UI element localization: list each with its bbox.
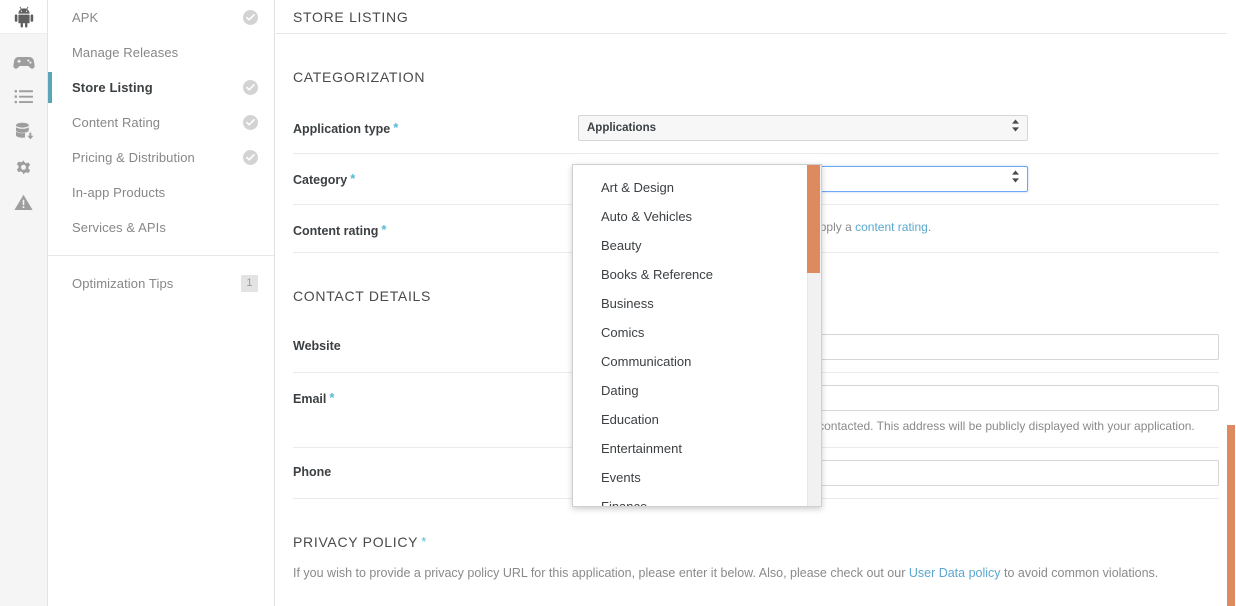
sidebar-item-label: APK — [72, 10, 99, 25]
sidebar-item-optimization-tips[interactable]: Optimization Tips 1 — [48, 266, 274, 301]
sidebar-item-label: Services & APIs — [72, 220, 166, 235]
check-circle-icon — [243, 10, 258, 25]
nav-divider — [48, 255, 274, 256]
category-label-text: Category — [293, 173, 348, 187]
category-dropdown-menu[interactable]: Art & Design Auto & Vehicles Beauty Book… — [572, 164, 822, 507]
privacy-policy-row: Privacy Policy Not submitting a privacy … — [293, 599, 1219, 606]
category-option[interactable]: Communication — [573, 347, 809, 376]
sidebar-item-label: Content Rating — [72, 115, 161, 130]
email-label-text: Email — [293, 392, 327, 406]
category-dropdown-list: Art & Design Auto & Vehicles Beauty Book… — [573, 165, 809, 506]
contact-details-title-text: CONTACT DETAILS — [293, 288, 432, 304]
application-type-label: Application type * — [293, 115, 578, 136]
app-section-nav: APK Manage Releases Store Listing Conten… — [48, 0, 275, 606]
category-option[interactable]: Education — [573, 405, 809, 434]
application-type-label-text: Application type — [293, 122, 391, 136]
sidebar-item-label: Manage Releases — [72, 45, 179, 60]
required-asterisk: * — [381, 222, 387, 237]
application-type-row: Application type * Applications — [293, 103, 1219, 154]
sidebar-item-in-app-products[interactable]: In-app Products — [48, 175, 274, 210]
sidebar-item-label: Store Listing — [72, 80, 153, 95]
category-option[interactable]: Events — [573, 463, 809, 492]
gamepad-icon[interactable] — [0, 45, 47, 79]
check-placeholder — [243, 45, 258, 60]
android-logo-icon[interactable] — [0, 0, 47, 34]
global-icon-rail — [0, 0, 48, 606]
privacy-policy-card: PRIVACY POLICY * If you wish to provide a… — [293, 512, 1219, 606]
sidebar-item-label: Optimization Tips — [72, 276, 174, 291]
check-placeholder — [243, 185, 258, 200]
category-option[interactable]: Books & Reference — [573, 260, 809, 289]
required-asterisk: * — [329, 390, 335, 405]
content-rating-link[interactable]: content rating — [855, 220, 928, 234]
email-label: Email * — [293, 385, 578, 406]
active-indicator-bar — [48, 72, 52, 103]
privacy-policy-section-title: PRIVACY POLICY * — [293, 512, 1219, 564]
category-option[interactable]: Auto & Vehicles — [573, 202, 809, 231]
required-asterisk: * — [350, 171, 356, 186]
page-scrollbar-track[interactable] — [1227, 0, 1236, 606]
rail-spacer — [0, 34, 47, 44]
play-console-window: APK Manage Releases Store Listing Conten… — [0, 0, 1236, 606]
check-placeholder — [243, 220, 258, 235]
application-type-control: Applications — [578, 115, 1219, 141]
sidebar-item-pricing-distribution[interactable]: Pricing & Distribution — [48, 140, 274, 175]
category-label: Category * — [293, 166, 578, 187]
privacy-policy-intro: If you wish to provide a privacy policy … — [293, 564, 1219, 599]
category-option[interactable]: Finance — [573, 492, 809, 506]
sidebar-item-store-listing[interactable]: Store Listing — [48, 70, 274, 105]
privacy-policy-title-text: PRIVACY POLICY — [293, 534, 419, 551]
gear-icon[interactable] — [0, 150, 47, 184]
check-circle-icon — [243, 80, 258, 95]
user-data-policy-link[interactable]: User Data policy — [909, 566, 1001, 580]
page-scrollbar-thumb[interactable] — [1227, 425, 1235, 606]
warning-triangle-icon[interactable] — [0, 185, 47, 219]
application-type-select[interactable]: Applications — [578, 115, 1028, 141]
list-icon[interactable] — [0, 80, 47, 114]
application-type-selected-value: Applications — [587, 122, 657, 134]
phone-label-text: Phone — [293, 465, 332, 480]
required-asterisk: * — [421, 534, 427, 550]
database-download-icon[interactable] — [0, 115, 47, 149]
phone-label: Phone — [293, 460, 578, 479]
privacy-intro-prefix: If you wish to provide a privacy policy … — [293, 566, 909, 581]
nav-primary-list: APK Manage Releases Store Listing Conten… — [48, 0, 274, 301]
sidebar-item-label: In-app Products — [72, 185, 166, 200]
check-circle-icon — [243, 115, 258, 130]
category-dropdown-scrollbar-thumb[interactable] — [807, 165, 820, 273]
category-option[interactable]: Art & Design — [573, 173, 809, 202]
category-option[interactable]: Comics — [573, 318, 809, 347]
application-type-select-wrap: Applications — [578, 115, 1028, 141]
page-header: STORE LISTING — [276, 0, 1236, 34]
content-rating-label: Content rating * — [293, 217, 578, 238]
sidebar-item-label: Pricing & Distribution — [72, 150, 195, 165]
category-option[interactable]: Business — [573, 289, 809, 318]
sidebar-item-services-apis[interactable]: Services & APIs — [48, 210, 274, 245]
privacy-intro-suffix: to avoid common violations. — [1000, 566, 1159, 581]
sidebar-item-apk[interactable]: APK — [48, 0, 274, 35]
content-rating-help-suffix: . — [927, 220, 932, 234]
check-circle-icon — [243, 150, 258, 165]
categorization-title-text: CATEGORIZATION — [293, 69, 426, 85]
website-label-text: Website — [293, 339, 341, 353]
category-option[interactable]: Beauty — [573, 231, 809, 260]
categorization-section-title: CATEGORIZATION — [293, 47, 1219, 103]
required-asterisk: * — [393, 120, 399, 135]
sidebar-item-manage-releases[interactable]: Manage Releases — [48, 35, 274, 70]
page-title: STORE LISTING — [293, 8, 409, 25]
optimization-tips-count-badge: 1 — [241, 275, 258, 292]
category-dropdown-scrollbar-track[interactable] — [807, 165, 821, 506]
sidebar-item-content-rating[interactable]: Content Rating — [48, 105, 274, 140]
category-option[interactable]: Dating — [573, 376, 809, 405]
category-option[interactable]: Entertainment — [573, 434, 809, 463]
website-label: Website — [293, 334, 578, 353]
content-rating-label-text: Content rating — [293, 224, 379, 238]
